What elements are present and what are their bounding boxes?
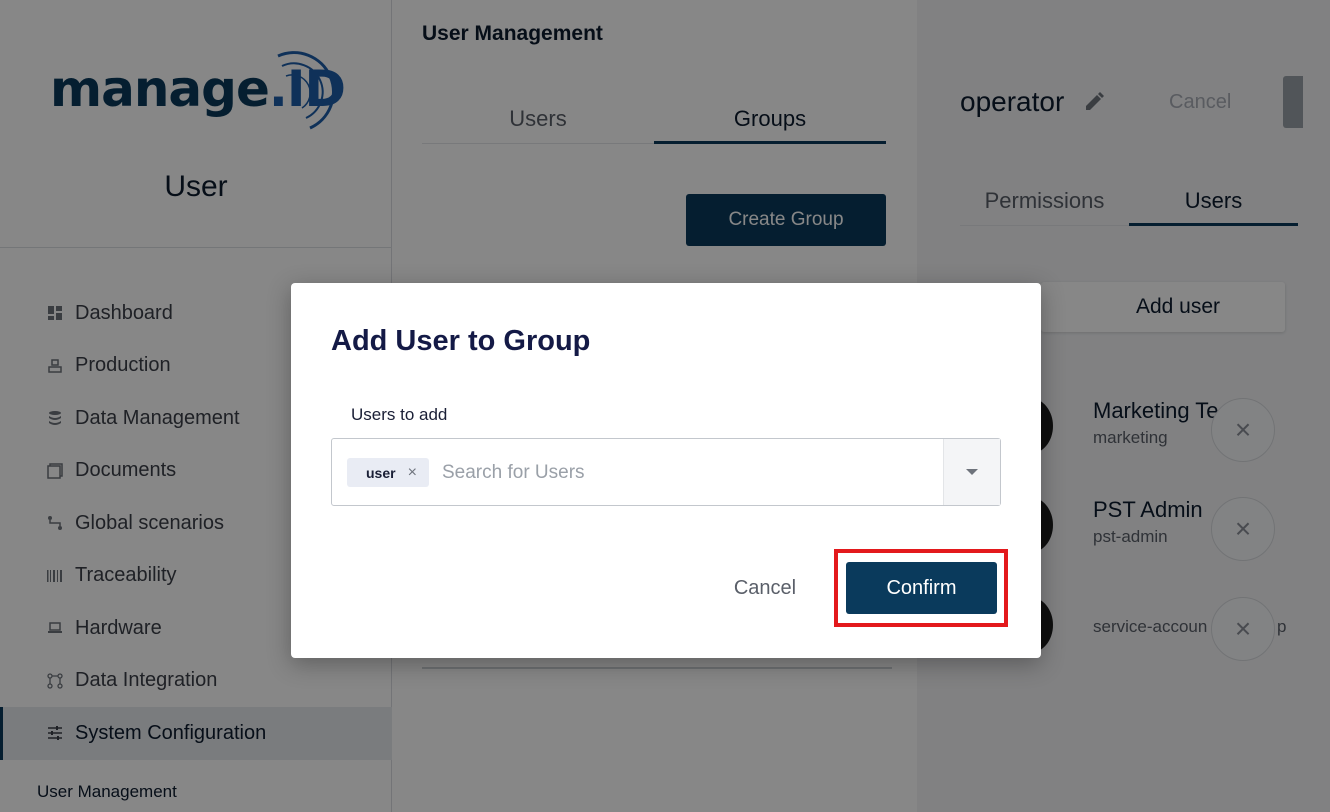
users-multiselect[interactable]: user ×	[331, 438, 1001, 506]
selected-user-chip: user ×	[347, 458, 429, 487]
chip-label: user	[366, 464, 396, 481]
confirm-button[interactable]: Confirm	[846, 562, 997, 614]
dropdown-toggle[interactable]	[943, 439, 1000, 505]
chevron-down-icon	[966, 469, 978, 475]
cancel-button[interactable]: Cancel	[715, 563, 815, 613]
chip-remove-icon[interactable]: ×	[408, 464, 417, 482]
users-to-add-label: Users to add	[351, 405, 448, 424]
dialog-title: Add User to Group	[331, 325, 591, 357]
search-users-input[interactable]	[442, 458, 932, 488]
add-user-to-group-dialog: Add User to Group Users to add user × Ca…	[291, 283, 1041, 658]
